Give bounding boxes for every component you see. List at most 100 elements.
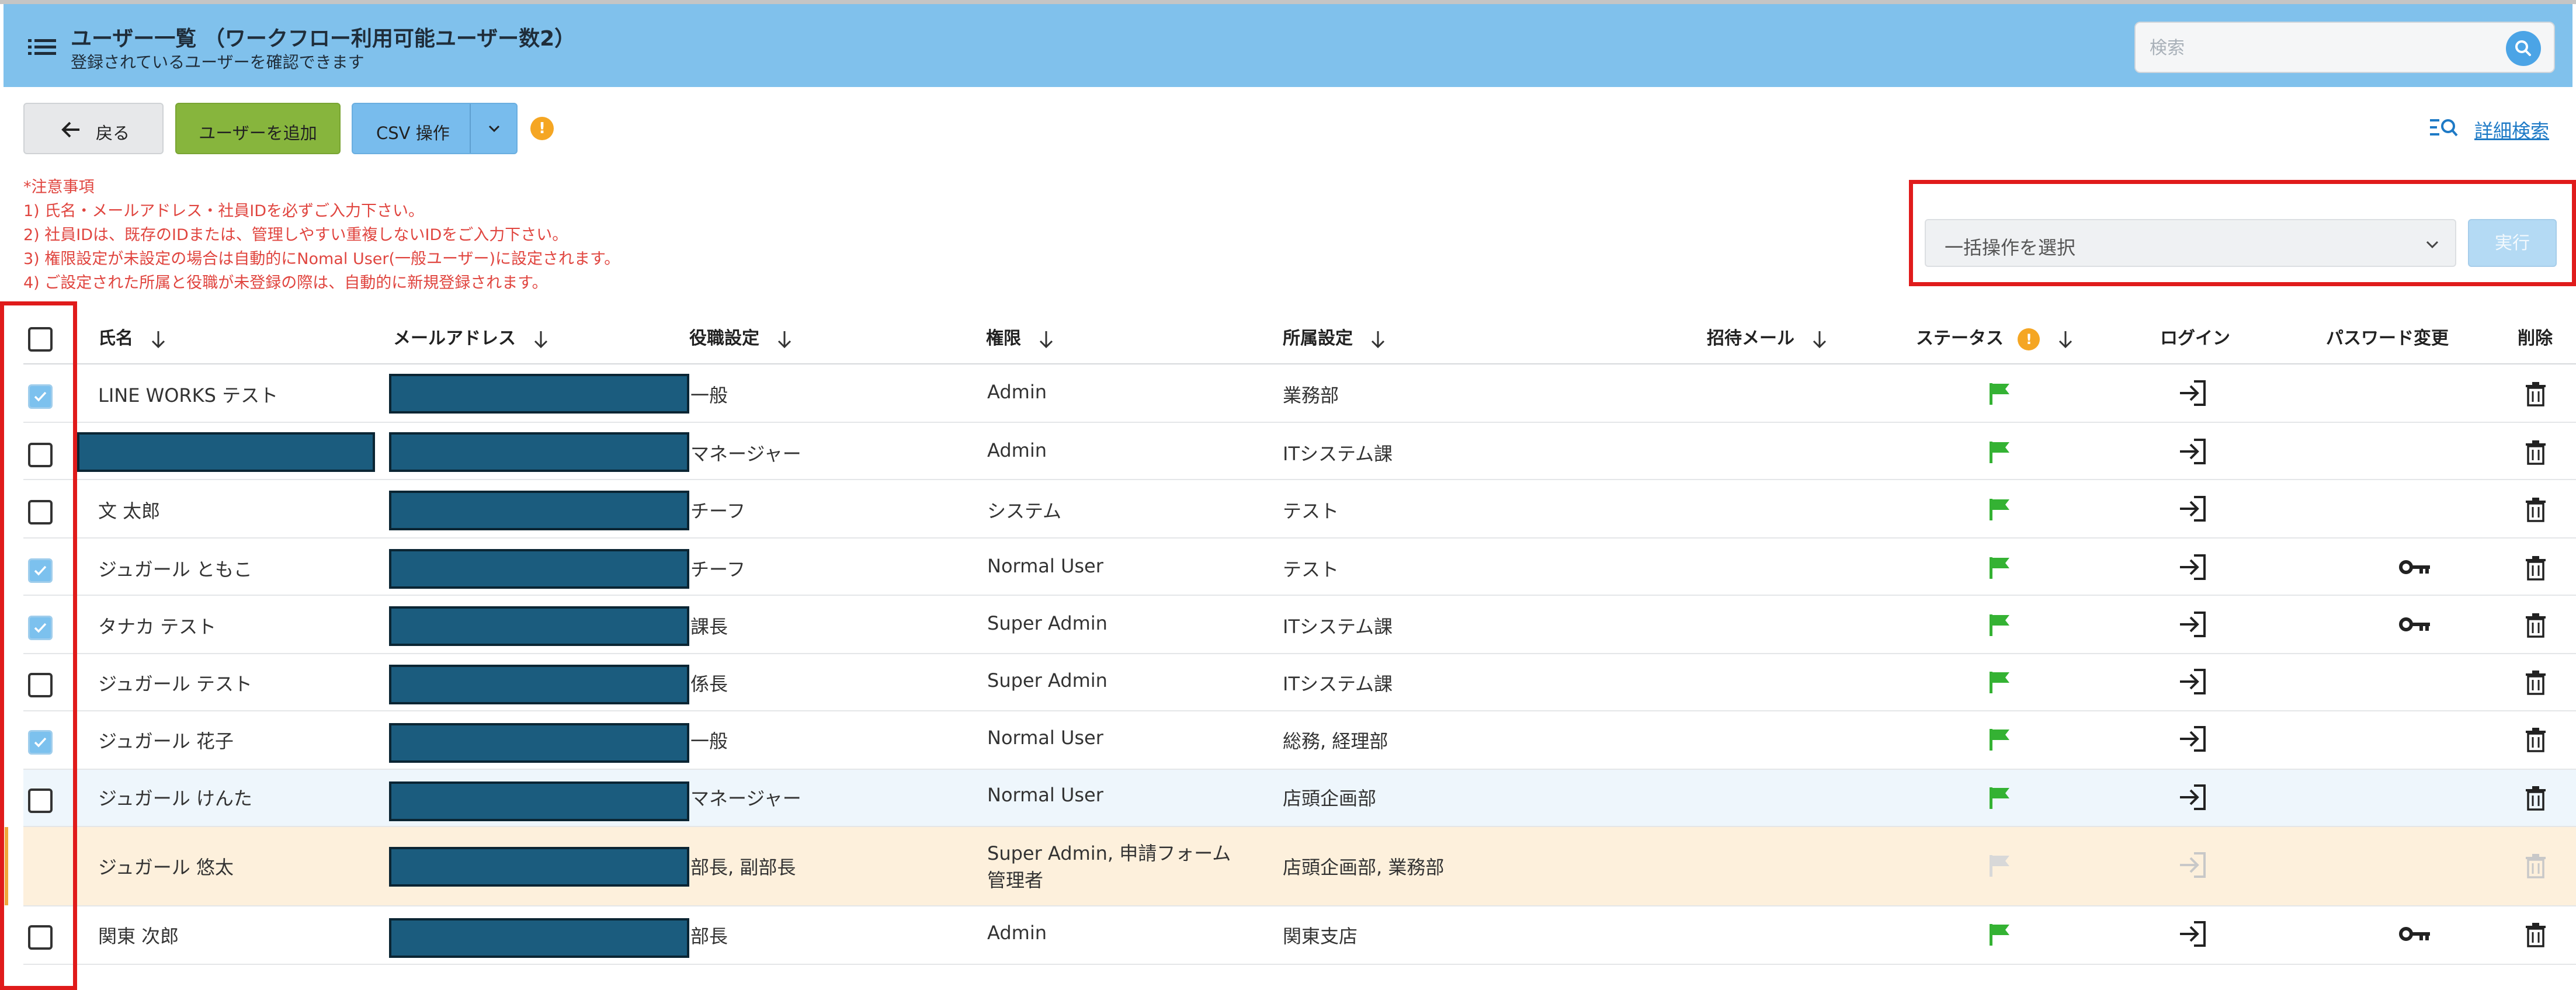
trash-icon[interactable] — [2525, 669, 2547, 695]
trash-icon[interactable] — [2525, 555, 2547, 581]
row-checkbox[interactable] — [28, 616, 53, 640]
column-header-label: 権限 — [986, 328, 1021, 349]
login-icon[interactable] — [2178, 725, 2207, 752]
login-icon[interactable] — [2178, 668, 2207, 695]
redacted-email — [389, 665, 689, 704]
status-flag-inactive-icon — [1990, 855, 2009, 877]
user-position: 部長 — [690, 925, 728, 947]
login-icon[interactable] — [2178, 495, 2207, 522]
row-checkbox[interactable] — [28, 673, 53, 697]
row-checkbox[interactable] — [28, 443, 53, 467]
search-icon — [2515, 40, 2531, 56]
login-icon[interactable] — [2178, 784, 2207, 811]
menu-list-icon[interactable] — [28, 37, 56, 58]
login-icon[interactable] — [2178, 920, 2207, 947]
csv-button-label: CSV 操作 — [376, 123, 450, 143]
row-checkbox[interactable] — [28, 925, 53, 950]
column-header-email[interactable]: メールアドレス — [393, 324, 550, 349]
window-top-edge — [0, 0, 2576, 4]
trash-icon[interactable] — [2525, 612, 2547, 638]
redacted-email — [389, 918, 689, 958]
column-header-password: パスワード変更 — [2326, 328, 2449, 349]
user-position: チーフ — [690, 558, 746, 581]
page-subtitle: 登録されているユーザーを確認できます — [71, 53, 364, 72]
trash-icon[interactable] — [2525, 922, 2547, 947]
add-user-button[interactable]: ユーザーを追加 — [175, 103, 341, 154]
key-icon[interactable] — [2398, 558, 2431, 576]
user-department: ITシステム課 — [1283, 673, 1393, 695]
user-name: ジュガール 花子 — [98, 730, 234, 752]
redacted-name — [77, 432, 375, 472]
chevron-down-icon[interactable] — [485, 119, 504, 138]
user-department: 業務部 — [1283, 384, 1339, 407]
column-header-label: ステータス — [1916, 328, 2004, 349]
column-header-department[interactable]: 所属設定 — [1283, 324, 1387, 349]
login-icon[interactable] — [2178, 611, 2207, 638]
row-checkbox[interactable] — [28, 788, 53, 813]
row-checkbox[interactable] — [28, 384, 53, 409]
user-department: 店頭企画部, 業務部 — [1283, 856, 1445, 878]
search-button[interactable] — [2506, 31, 2541, 66]
user-role: システム — [987, 500, 1062, 522]
back-button[interactable]: 戻る — [23, 103, 164, 154]
column-header-position[interactable]: 役職設定 — [689, 324, 793, 349]
status-flag-icon — [1990, 924, 2009, 946]
column-header-invite[interactable]: 招待メール — [1707, 324, 1828, 349]
user-role: Admin — [987, 439, 1047, 461]
csv-info-icon[interactable]: ! — [530, 117, 554, 140]
row-checkbox[interactable] — [28, 730, 53, 755]
user-department: 店頭企画部 — [1283, 787, 1377, 810]
user-position: 一般 — [690, 730, 728, 752]
login-icon[interactable] — [2178, 380, 2207, 407]
user-role: Super Admin — [987, 669, 1108, 692]
arrow-left-icon — [61, 121, 79, 138]
user-name: ジュガール 悠太 — [98, 856, 234, 878]
back-button-label: 戻る — [96, 123, 130, 143]
column-header-delete: 削除 — [2518, 328, 2553, 349]
column-header-name[interactable]: 氏名 — [98, 324, 167, 349]
sort-down-icon — [1040, 331, 1053, 348]
status-flag-icon — [1990, 614, 2009, 636]
sort-down-icon — [1813, 331, 1827, 348]
bulk-execute-button[interactable]: 実行 — [2468, 219, 2557, 267]
user-name: ジュガール ともこ — [98, 558, 252, 581]
user-role: Normal User — [987, 784, 1103, 806]
trash-icon[interactable] — [2525, 727, 2547, 752]
user-name: ジュガール テスト — [98, 673, 252, 695]
user-department: ITシステム課 — [1283, 616, 1393, 638]
redacted-email — [389, 491, 689, 530]
search-input[interactable] — [2148, 33, 2478, 62]
trash-icon[interactable] — [2525, 496, 2547, 522]
trash-icon[interactable] — [2525, 439, 2547, 465]
row-checkbox[interactable] — [28, 500, 53, 524]
row-checkbox[interactable] — [28, 558, 53, 583]
key-icon[interactable] — [2398, 925, 2431, 943]
status-flag-icon — [1990, 729, 2009, 751]
sort-down-icon — [534, 331, 548, 348]
redacted-email — [389, 606, 689, 646]
checkmark-icon — [34, 391, 47, 402]
column-header-role[interactable]: 権限 — [986, 324, 1055, 349]
search-box — [2134, 22, 2555, 73]
status-flag-icon — [1990, 442, 2009, 463]
column-header-login: ログイン — [2160, 328, 2230, 349]
login-icon[interactable] — [2178, 438, 2207, 465]
user-department: テスト — [1283, 558, 1339, 581]
trash-icon[interactable] — [2525, 785, 2547, 811]
column-header-status[interactable]: ステータス ! — [1916, 324, 2074, 350]
user-position: 一般 — [690, 384, 728, 407]
csv-button-divider — [470, 104, 471, 153]
sort-down-icon — [152, 331, 165, 348]
status-info-icon[interactable]: ! — [2018, 328, 2040, 350]
bulk-action-select[interactable]: 一括操作を選択 — [1925, 219, 2456, 267]
user-role: Admin — [987, 381, 1047, 403]
select-all-checkbox[interactable] — [28, 327, 53, 352]
login-icon[interactable] — [2178, 554, 2207, 581]
csv-operation-button[interactable]: CSV 操作 — [352, 103, 518, 154]
checkmark-icon — [34, 623, 47, 633]
notes-block: *注意事項 1) 氏名・メールアドレス・社員IDを必ずご入力下さい。 2) 社員… — [23, 175, 620, 295]
user-name: 文 太郎 — [98, 500, 161, 522]
key-icon[interactable] — [2398, 616, 2431, 633]
user-role-continued: 管理者 — [987, 869, 1044, 891]
trash-icon[interactable] — [2525, 381, 2547, 407]
